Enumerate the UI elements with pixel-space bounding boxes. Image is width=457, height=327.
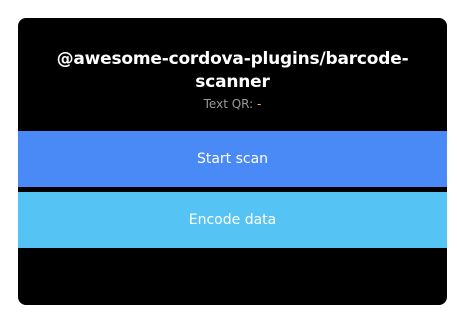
header: @awesome-cordova-plugins/barcode-scanner… — [18, 18, 447, 130]
encode-data-button[interactable]: Encode data — [18, 192, 447, 248]
qr-value: - — [257, 97, 262, 111]
qr-text-line: Text QR: - — [18, 97, 447, 111]
start-scan-button[interactable]: Start scan — [18, 131, 447, 187]
qr-label: Text QR: — [203, 97, 254, 111]
page-title: @awesome-cordova-plugins/barcode-scanner — [56, 49, 409, 92]
app-card: @awesome-cordova-plugins/barcode-scanner… — [18, 18, 447, 305]
